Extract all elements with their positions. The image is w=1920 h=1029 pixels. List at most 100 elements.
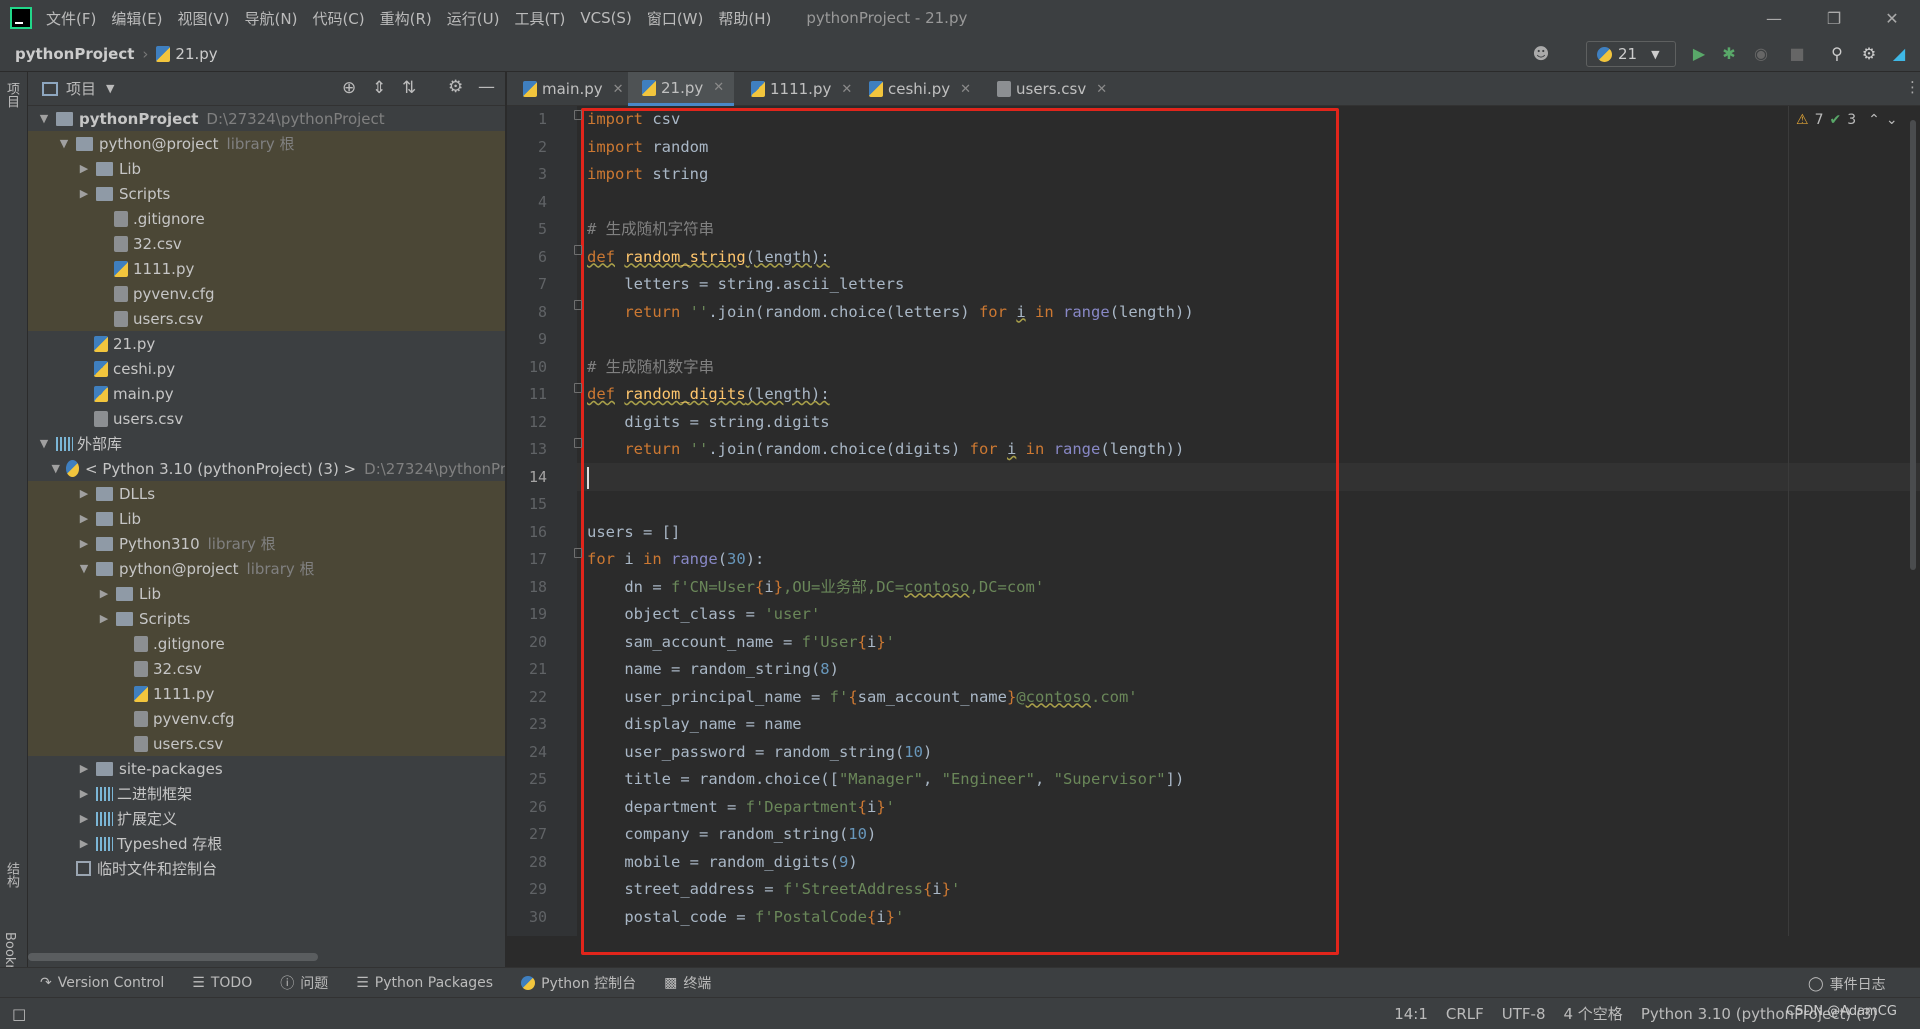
jetbrains-toolbox-icon[interactable]: ◢	[1888, 42, 1910, 64]
problems-tool[interactable]: ⓘ 问题	[280, 973, 328, 993]
python-packages-tool[interactable]: ☰ Python Packages	[356, 975, 493, 991]
chevron-down-icon[interactable]: ▼	[106, 82, 114, 95]
restore-icon[interactable]: ❐	[1806, 0, 1862, 36]
tree-item[interactable]: .gitignore	[28, 206, 505, 231]
terminal-tool[interactable]: ▩ 终端	[664, 973, 711, 993]
gear-icon[interactable]: ⚙	[448, 77, 463, 97]
project-panel-title[interactable]: 项目	[66, 78, 96, 99]
tree-item[interactable]: ▼ < Python 3.10 (pythonProject) (3) > D:\2…	[28, 456, 506, 481]
chevron-right-icon[interactable]: ▶	[96, 612, 112, 625]
todo-tool[interactable]: ☰ TODO	[192, 975, 252, 991]
menu-help[interactable]: 帮助(H)	[718, 8, 771, 29]
chevron-right-icon[interactable]: ▶	[76, 762, 92, 775]
event-log-tool[interactable]: ◯ 事件日志	[1808, 974, 1886, 994]
tree-item[interactable]: ▶ Scripts	[28, 181, 505, 206]
tab-ceshi-py[interactable]: ceshi.py ✕	[855, 72, 981, 106]
close-icon[interactable]: ✕	[960, 82, 971, 97]
menu-view[interactable]: 视图(V)	[178, 8, 230, 29]
minimize-icon[interactable]: —	[1746, 0, 1802, 36]
hide-panel-icon[interactable]: —	[478, 77, 495, 97]
project-tool-tab[interactable]: 项目	[2, 82, 21, 108]
chevron-right-icon[interactable]: ▶	[76, 837, 92, 850]
caret-position[interactable]: 14:1	[1394, 1005, 1428, 1023]
tree-item[interactable]: ▼ python@project library 根	[28, 131, 505, 156]
menu-vcs[interactable]: VCS(S)	[580, 9, 631, 27]
close-icon[interactable]: ✕	[613, 82, 624, 97]
tree-item[interactable]: ▶ 扩展定义	[28, 806, 505, 831]
menu-refactor[interactable]: 重构(R)	[380, 8, 432, 29]
tab-21-py[interactable]: 21.py ✕	[628, 72, 735, 106]
tree-root-project[interactable]: ▼ pythonProject D:\27324\pythonProject	[28, 106, 505, 131]
locate-file-icon[interactable]: ⊕	[342, 78, 356, 98]
menu-window[interactable]: 窗口(W)	[647, 8, 704, 29]
tree-item[interactable]: ceshi.py	[28, 356, 505, 381]
more-options-icon[interactable]: ⋮	[1905, 78, 1920, 96]
tree-item[interactable]: ▶ site-packages	[28, 756, 505, 781]
coverage-icon[interactable]: ◉	[1750, 42, 1772, 64]
chevron-right-icon[interactable]: ▶	[96, 587, 112, 600]
tree-item[interactable]: ▶ Scripts	[28, 606, 505, 631]
settings-gear-icon[interactable]: ⚙	[1858, 42, 1880, 64]
tree-item[interactable]: ▶ Python310 library 根	[28, 531, 505, 556]
menu-file[interactable]: 文件(F)	[46, 8, 96, 29]
chevron-right-icon[interactable]: ▶	[76, 487, 92, 500]
menu-navigate[interactable]: 导航(N)	[245, 8, 298, 29]
menu-run[interactable]: 运行(U)	[447, 8, 500, 29]
fold-marker-icon[interactable]	[574, 548, 582, 558]
chevron-down-icon[interactable]: ▼	[56, 137, 72, 150]
close-icon[interactable]: ✕	[1096, 82, 1107, 97]
tree-item[interactable]: main.py	[28, 381, 505, 406]
tree-item[interactable]: ▼ python@project library 根	[28, 556, 505, 581]
close-icon[interactable]: ✕	[713, 80, 724, 95]
run-icon[interactable]: ▶	[1688, 42, 1710, 64]
tree-item[interactable]: ▶ Lib	[28, 506, 505, 531]
fold-marker-icon[interactable]	[574, 300, 582, 310]
tree-item[interactable]: ▶ DLLs	[28, 481, 505, 506]
tree-item[interactable]: ▶ Lib	[28, 156, 505, 181]
chevron-down-icon[interactable]: ▼	[36, 112, 52, 125]
fold-marker-icon[interactable]	[574, 110, 582, 120]
breadcrumb-file[interactable]: 21.py	[175, 45, 217, 63]
chevron-down-icon[interactable]: ⌄	[1886, 112, 1898, 128]
debug-icon[interactable]: ✱	[1718, 42, 1740, 64]
menu-tools[interactable]: 工具(T)	[514, 8, 565, 29]
toggle-toolwindows-icon[interactable]: □	[12, 1005, 26, 1023]
chevron-right-icon[interactable]: ▶	[76, 187, 92, 200]
structure-tool-tab[interactable]: 结构	[2, 862, 21, 888]
line-separator[interactable]: CRLF	[1446, 1005, 1484, 1023]
fold-marker-icon[interactable]	[574, 245, 582, 255]
tree-item[interactable]: 21.py	[28, 331, 505, 356]
python-console-tool[interactable]: Python 控制台	[521, 973, 636, 993]
indent-setting[interactable]: 4 个空格	[1564, 1003, 1623, 1024]
tab-users-csv[interactable]: users.csv ✕	[983, 72, 1117, 106]
fold-marker-icon[interactable]	[574, 438, 582, 448]
run-config-selector[interactable]: 21 ▼	[1586, 41, 1676, 67]
tree-item[interactable]: .gitignore	[28, 631, 505, 656]
expand-all-icon[interactable]: ⇕	[372, 78, 386, 98]
tree-item[interactable]: users.csv	[28, 731, 505, 756]
tree-item[interactable]: ▶ Typeshed 存根	[28, 831, 505, 856]
close-icon[interactable]: ✕	[1864, 0, 1920, 36]
vertical-scrollbar[interactable]	[1910, 120, 1916, 570]
chevron-up-icon[interactable]: ⌃	[1868, 112, 1880, 128]
tree-item[interactable]: 1111.py	[28, 256, 505, 281]
collapse-all-icon[interactable]: ⇅	[402, 78, 416, 98]
tree-item[interactable]: pyvenv.cfg	[28, 281, 505, 306]
tree-item[interactable]: ▶ 二进制框架	[28, 781, 505, 806]
chevron-right-icon[interactable]: ▶	[76, 812, 92, 825]
chevron-down-icon[interactable]: ▼	[36, 437, 52, 450]
tab-main-py[interactable]: main.py ✕	[509, 72, 634, 106]
tree-item[interactable]: 临时文件和控制台	[28, 856, 505, 881]
chevron-right-icon[interactable]: ▶	[76, 512, 92, 525]
tree-item[interactable]: users.csv	[28, 406, 505, 431]
close-icon[interactable]: ✕	[841, 82, 852, 97]
chevron-right-icon[interactable]: ▶	[76, 787, 92, 800]
menu-edit[interactable]: 编辑(E)	[111, 8, 162, 29]
tree-item[interactable]: ▼ 外部库	[28, 431, 505, 456]
fold-marker-icon[interactable]	[574, 383, 582, 393]
inspection-widget[interactable]: ⚠ 7 ✔ 3 ⌃ ⌄	[1796, 112, 1898, 128]
tree-item[interactable]: 32.csv	[28, 231, 505, 256]
file-encoding[interactable]: UTF-8	[1502, 1005, 1546, 1023]
stop-icon[interactable]: ■	[1786, 42, 1808, 64]
chevron-right-icon[interactable]: ▶	[76, 537, 92, 550]
